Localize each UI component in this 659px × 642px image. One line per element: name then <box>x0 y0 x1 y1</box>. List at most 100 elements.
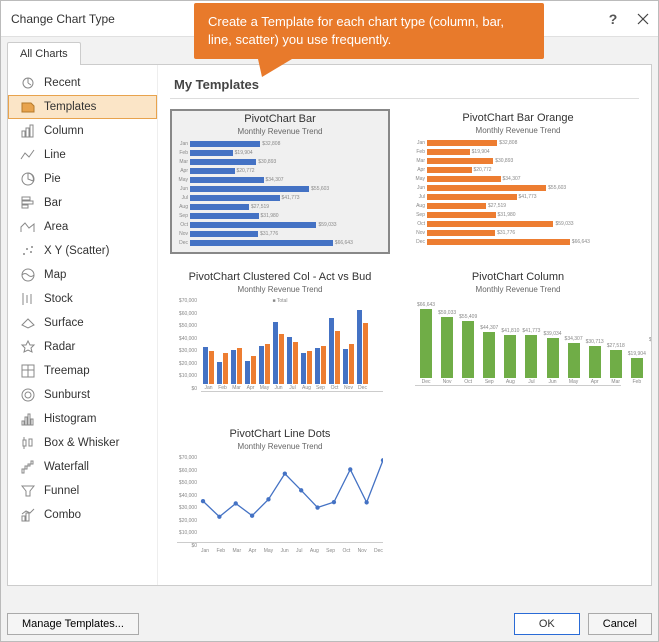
bar-row: Nov$31,776 <box>176 230 382 238</box>
bar-row: Aug$27,519 <box>413 202 621 210</box>
template-thumb[interactable]: PivotChart ColumnMonthly Revenue Trend$6… <box>408 268 628 411</box>
template-name: PivotChart Clustered Col - Act vs Bud <box>175 271 385 283</box>
sidebar-item-waterfall[interactable]: Waterfall <box>8 455 157 479</box>
sidebar-item-label: Waterfall <box>44 461 89 473</box>
chart-type-icon <box>20 507 36 523</box>
sidebar-item-x-y-scatter-[interactable]: X Y (Scatter) <box>8 239 157 263</box>
bar-row: May$34,307 <box>413 175 621 183</box>
bar-row: Apr$20,772 <box>176 167 382 175</box>
sidebar-item-label: Combo <box>44 509 81 521</box>
chart-type-icon <box>20 75 36 91</box>
sidebar-item-column[interactable]: Column <box>8 119 157 143</box>
bar-row: Nov$31,776 <box>413 229 621 237</box>
template-subtitle: Monthly Revenue Trend <box>175 442 385 451</box>
bar-row: Jan$32,808 <box>413 139 621 147</box>
sidebar-item-combo[interactable]: Combo <box>8 503 157 527</box>
chart-type-icon <box>20 195 36 211</box>
footer: Manage Templates... OK Cancel <box>7 613 652 635</box>
chart-type-icon <box>20 315 36 331</box>
help-button[interactable]: ? <box>598 4 628 34</box>
sidebar-item-label: Map <box>44 269 66 281</box>
chart-type-icon <box>20 387 36 403</box>
ok-button[interactable]: OK <box>514 613 580 635</box>
sidebar-item-stock[interactable]: Stock <box>8 287 157 311</box>
sidebar-item-radar[interactable]: Radar <box>8 335 157 359</box>
sidebar-item-treemap[interactable]: Treemap <box>8 359 157 383</box>
sidebar-item-surface[interactable]: Surface <box>8 311 157 335</box>
bar-row: Aug$27,519 <box>176 203 382 211</box>
template-thumb[interactable]: PivotChart BarMonthly Revenue TrendJan$3… <box>170 109 390 254</box>
sidebar: Recent Templates Column Line Pie Bar Area X Y (… <box>8 65 158 585</box>
sidebar-item-histogram[interactable]: Histogram <box>8 407 157 431</box>
bar-row: Jul$41,773 <box>176 194 382 202</box>
bar-row: Sep$31,980 <box>176 212 382 220</box>
chart-type-icon <box>20 243 36 259</box>
template-name: PivotChart Bar Orange <box>413 112 623 124</box>
sidebar-item-label: Histogram <box>44 413 96 425</box>
sidebar-item-label: Radar <box>44 341 75 353</box>
template-thumb[interactable]: PivotChart Clustered Col - Act vs Bud Mon… <box>170 268 390 411</box>
dialog-body: Recent Templates Column Line Pie Bar Area X Y (… <box>7 64 652 586</box>
sidebar-item-label: Area <box>44 221 68 233</box>
bar-row: Oct$59,033 <box>176 221 382 229</box>
sidebar-item-funnel[interactable]: Funnel <box>8 479 157 503</box>
bar-row: Feb$19,904 <box>176 149 382 157</box>
sidebar-item-label: Pie <box>44 173 61 185</box>
sidebar-item-label: Templates <box>44 101 96 113</box>
close-button[interactable] <box>628 4 658 34</box>
sidebar-item-label: X Y (Scatter) <box>44 245 109 257</box>
sidebar-item-templates[interactable]: Templates <box>8 95 157 119</box>
content-pane: My Templates PivotChart Bar Monthly Reven… <box>158 65 651 585</box>
sidebar-item-bar[interactable]: Bar <box>8 191 157 215</box>
sidebar-item-label: Treemap <box>44 365 90 377</box>
sidebar-item-pie[interactable]: Pie <box>8 167 157 191</box>
template-name: PivotChart Column <box>413 271 623 283</box>
bar-row: Jan$32,808 <box>176 140 382 148</box>
sidebar-item-area[interactable]: Area <box>8 215 157 239</box>
bar-row: Oct$59,033 <box>413 220 621 228</box>
chart-type-icon <box>20 435 36 451</box>
bar-row: Jun$55,603 <box>413 184 621 192</box>
sidebar-item-label: Stock <box>44 293 73 305</box>
sidebar-item-label: Column <box>44 125 84 137</box>
manage-templates-button[interactable]: Manage Templates... <box>7 613 139 635</box>
chart-type-icon <box>20 99 36 115</box>
bar-row: Sep$31,980 <box>413 211 621 219</box>
sidebar-item-sunburst[interactable]: Sunburst <box>8 383 157 407</box>
template-thumb[interactable]: PivotChart Line Dots Monthly Revenue Tren… <box>170 425 390 568</box>
bar-row: Jun$55,603 <box>176 185 382 193</box>
chart-type-icon <box>20 339 36 355</box>
template-subtitle: Monthly Revenue Trend <box>175 285 385 294</box>
sidebar-item-label: Sunburst <box>44 389 90 401</box>
sidebar-item-recent[interactable]: Recent <box>8 71 157 95</box>
bar-row: Apr$20,772 <box>413 166 621 174</box>
bar-row: Jul$41,773 <box>413 193 621 201</box>
sidebar-item-label: Bar <box>44 197 62 209</box>
sidebar-item-label: Box & Whisker <box>44 437 119 449</box>
cancel-button[interactable]: Cancel <box>588 613 652 635</box>
chart-type-icon <box>20 147 36 163</box>
bar-row: Feb$19,904 <box>413 148 621 156</box>
templates-grid: PivotChart Bar Monthly Revenue Trend Jan$3… <box>170 109 639 568</box>
template-name: PivotChart Bar <box>176 113 384 125</box>
sidebar-item-label: Line <box>44 149 66 161</box>
section-title: My Templates <box>170 75 639 99</box>
template-name: PivotChart Line Dots <box>175 428 385 440</box>
sidebar-item-label: Surface <box>44 317 84 329</box>
template-thumb[interactable]: PivotChart Bar Orange Monthly Revenue Tre… <box>408 109 628 254</box>
change-chart-type-dialog: Change Chart Type ? Create a Template fo… <box>0 0 659 642</box>
close-icon <box>637 13 649 25</box>
sidebar-item-box-whisker[interactable]: Box & Whisker <box>8 431 157 455</box>
chart-type-icon <box>20 363 36 379</box>
bar-row: May$34,307 <box>176 176 382 184</box>
tab-all-charts[interactable]: All Charts <box>7 42 81 65</box>
bar-row: Dec$66,643 <box>176 239 382 247</box>
sidebar-item-label: Recent <box>44 77 80 89</box>
chart-type-icon <box>20 171 36 187</box>
template-subtitle: Monthly Revenue Trend <box>413 126 623 135</box>
sidebar-item-map[interactable]: Map <box>8 263 157 287</box>
bar-row: Dec$66,643 <box>413 238 621 246</box>
sidebar-item-line[interactable]: Line <box>8 143 157 167</box>
chart-type-icon <box>20 483 36 499</box>
chart-type-icon <box>20 219 36 235</box>
